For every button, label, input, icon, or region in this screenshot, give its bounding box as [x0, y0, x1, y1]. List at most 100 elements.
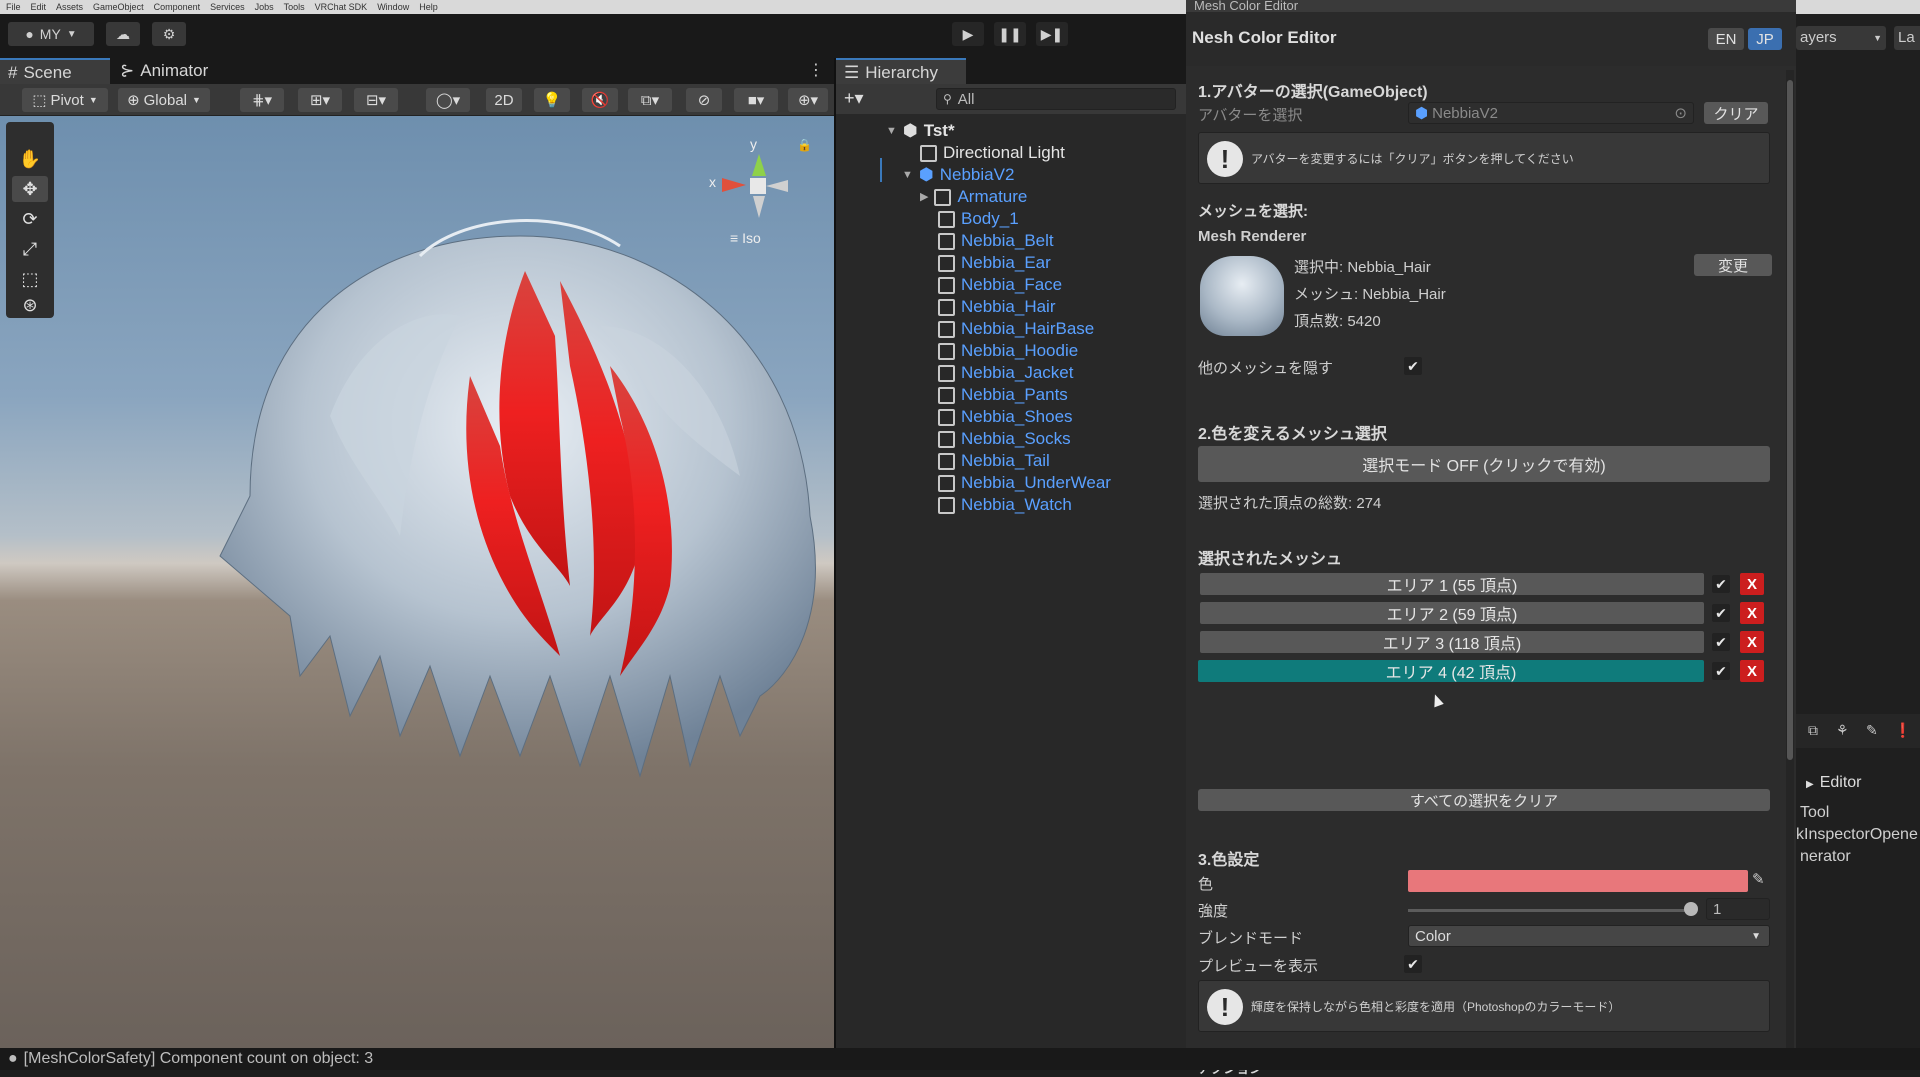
layout-dropdown[interactable]: La — [1894, 26, 1920, 50]
menu-assets[interactable]: Assets — [56, 2, 83, 12]
kebab-menu-icon[interactable]: ⋮ — [808, 60, 824, 80]
pause-button[interactable]: ❚❚ — [994, 22, 1026, 46]
global-dropdown[interactable]: ⊕ Global ▼ — [118, 88, 210, 112]
target-icon[interactable]: ⊙ — [1674, 104, 1687, 122]
grid-snap-icon[interactable]: ⊞▾ — [298, 88, 342, 112]
editor-scrollbar[interactable] — [1786, 70, 1794, 1050]
area-row-button[interactable]: エリア 1 (55 頂点) — [1200, 573, 1704, 595]
gizmo-z-cone[interactable] — [766, 180, 788, 192]
hierarchy-root[interactable]: ▼ ⬢ Tst* — [886, 120, 955, 142]
eyedropper-icon[interactable]: ✎ — [1752, 870, 1765, 888]
account-dropdown[interactable]: ● MY ▼ — [8, 22, 94, 46]
hierarchy-item[interactable]: Body_1 — [938, 208, 1019, 230]
menu-services[interactable]: Services — [210, 2, 245, 12]
gizmo-x-cone[interactable] — [722, 178, 746, 192]
scene-viewport[interactable]: ✋ ✥ ⟳ ⤢ ⬚ ⊛ y x ≡ Iso 🔒 — [0, 116, 834, 1048]
snap-grid-icon[interactable]: ⋕▾ — [240, 88, 284, 112]
editor-scrollbar-thumb[interactable] — [1787, 80, 1793, 760]
area-remove-button[interactable]: X — [1740, 602, 1764, 624]
avatar-field[interactable]: ⬢ NebbiaV2 ⊙ — [1408, 102, 1694, 124]
editor-folder[interactable]: ▶ Editor — [1806, 774, 1862, 792]
intensity-slider-thumb[interactable] — [1684, 902, 1698, 916]
camera-icon[interactable]: ■▾ — [734, 88, 778, 112]
menu-vrchat-sdk[interactable]: VRChat SDK — [315, 2, 368, 12]
hierarchy-item[interactable]: Nebbia_Socks — [938, 428, 1071, 450]
hierarchy-item[interactable]: Nebbia_Watch — [938, 494, 1072, 516]
area-visible-checkbox[interactable]: ✔ — [1712, 662, 1730, 680]
hierarchy-item[interactable]: Nebbia_Face — [938, 274, 1062, 296]
menu-help[interactable]: Help — [419, 2, 438, 12]
lock-icon[interactable]: 🔒 — [797, 138, 812, 152]
project-item[interactable]: nerator — [1800, 848, 1851, 866]
project-item[interactable]: Tool — [1800, 804, 1829, 822]
hierarchy-search-input[interactable]: ⚲ All — [936, 88, 1176, 110]
editor-window-titlebar[interactable]: Mesh Color Editor — [1186, 0, 1796, 12]
hierarchy-item[interactable]: Nebbia_Hair — [938, 296, 1056, 318]
hierarchy-item[interactable]: Nebbia_Pants — [938, 384, 1068, 406]
package-icon[interactable]: ⧉ — [1808, 722, 1818, 739]
menu-edit[interactable]: Edit — [31, 2, 47, 12]
tab-animator[interactable]: ⊱ Animator — [112, 58, 232, 84]
status-message[interactable]: [MeshColorSafety] Component count on obj… — [24, 1050, 374, 1067]
lang-en-button[interactable]: EN — [1708, 28, 1744, 50]
menu-jobs[interactable]: Jobs — [255, 2, 274, 12]
warning-icon[interactable]: ❗ — [1894, 722, 1911, 739]
select-mode-button[interactable]: 選択モード OFF (クリックで有効) — [1198, 446, 1770, 482]
project-item[interactable]: kInspectorOpene — [1796, 826, 1918, 844]
gizmo-neg-y-cone[interactable] — [753, 196, 765, 218]
rect-tool-icon[interactable]: ⬚ — [12, 266, 48, 292]
clear-all-button[interactable]: すべての選択をクリア — [1198, 789, 1770, 811]
mode-2d-button[interactable]: 2D — [486, 88, 522, 112]
clear-avatar-button[interactable]: クリア — [1704, 102, 1768, 124]
intensity-input[interactable]: 1 — [1706, 898, 1770, 920]
scale-tool-icon[interactable]: ⤢ — [12, 236, 48, 262]
area-visible-checkbox[interactable]: ✔ — [1712, 575, 1730, 593]
change-mesh-button[interactable]: 変更 — [1694, 254, 1772, 276]
effects-icon[interactable]: ⧉▾ — [628, 88, 672, 112]
rotate-tool-icon[interactable]: ⟳ — [12, 206, 48, 232]
hierarchy-item[interactable]: Nebbia_Ear — [938, 252, 1051, 274]
increment-snap-icon[interactable]: ⊟▾ — [354, 88, 398, 112]
hidden-objects-icon[interactable]: ⊘ — [686, 88, 722, 112]
hierarchy-item[interactable]: Nebbia_UnderWear — [938, 472, 1111, 494]
area-remove-button[interactable]: X — [1740, 660, 1764, 682]
area-visible-checkbox[interactable]: ✔ — [1712, 604, 1730, 622]
label-icon[interactable]: ✎ — [1866, 722, 1878, 739]
play-button[interactable]: ▶ — [952, 22, 984, 46]
hierarchy-item[interactable]: Directional Light — [920, 142, 1065, 164]
tab-scene[interactable]: # Scene — [0, 58, 110, 84]
menu-tools[interactable]: Tools — [284, 2, 305, 12]
tab-hierarchy[interactable]: ☰ Hierarchy — [836, 58, 966, 84]
hierarchy-item[interactable]: Nebbia_Belt — [938, 230, 1054, 252]
collab-icon[interactable]: ⚙ — [152, 22, 186, 46]
menu-file[interactable]: File — [6, 2, 21, 12]
area-visible-checkbox[interactable]: ✔ — [1712, 633, 1730, 651]
intensity-slider-track[interactable] — [1408, 909, 1690, 912]
hierarchy-item[interactable]: ▼ ⬢ NebbiaV2 — [902, 164, 1014, 186]
hierarchy-item[interactable]: ▶ Armature — [920, 186, 1027, 208]
color-swatch[interactable] — [1408, 870, 1748, 892]
tag-icon[interactable]: ⚘ — [1836, 722, 1849, 739]
audio-icon[interactable]: 🔇 — [582, 88, 618, 112]
area-row-button[interactable]: エリア 2 (59 頂点) — [1200, 602, 1704, 624]
pivot-dropdown[interactable]: ⬚ Pivot ▼ — [22, 88, 108, 112]
area-row-button[interactable]: エリア 3 (118 頂点) — [1200, 631, 1704, 653]
shading-mode-icon[interactable]: ◯▾ — [426, 88, 470, 112]
hand-tool-icon[interactable]: ✋ — [12, 146, 48, 172]
hierarchy-item[interactable]: Nebbia_Jacket — [938, 362, 1073, 384]
cloud-icon[interactable]: ☁ — [106, 22, 140, 46]
area-remove-button[interactable]: X — [1740, 573, 1764, 595]
gizmo-y-cone[interactable] — [752, 154, 766, 176]
menu-gameobject[interactable]: GameObject — [93, 2, 144, 12]
lighting-icon[interactable]: 💡 — [534, 88, 570, 112]
hide-other-checkbox[interactable]: ✔ — [1404, 357, 1422, 375]
preview-checkbox[interactable]: ✔ — [1404, 955, 1422, 973]
area-row-button-selected[interactable]: エリア 4 (42 頂点) — [1198, 660, 1704, 682]
blend-mode-select[interactable]: Color ▼ — [1408, 925, 1770, 947]
orientation-gizmo[interactable]: y x ≡ Iso — [700, 136, 800, 246]
hierarchy-item[interactable]: Nebbia_Shoes — [938, 406, 1073, 428]
move-tool-icon[interactable]: ✥ — [12, 176, 48, 202]
menu-window[interactable]: Window — [377, 2, 409, 12]
hierarchy-item[interactable]: Nebbia_Tail — [938, 450, 1050, 472]
menu-component[interactable]: Component — [154, 2, 201, 12]
